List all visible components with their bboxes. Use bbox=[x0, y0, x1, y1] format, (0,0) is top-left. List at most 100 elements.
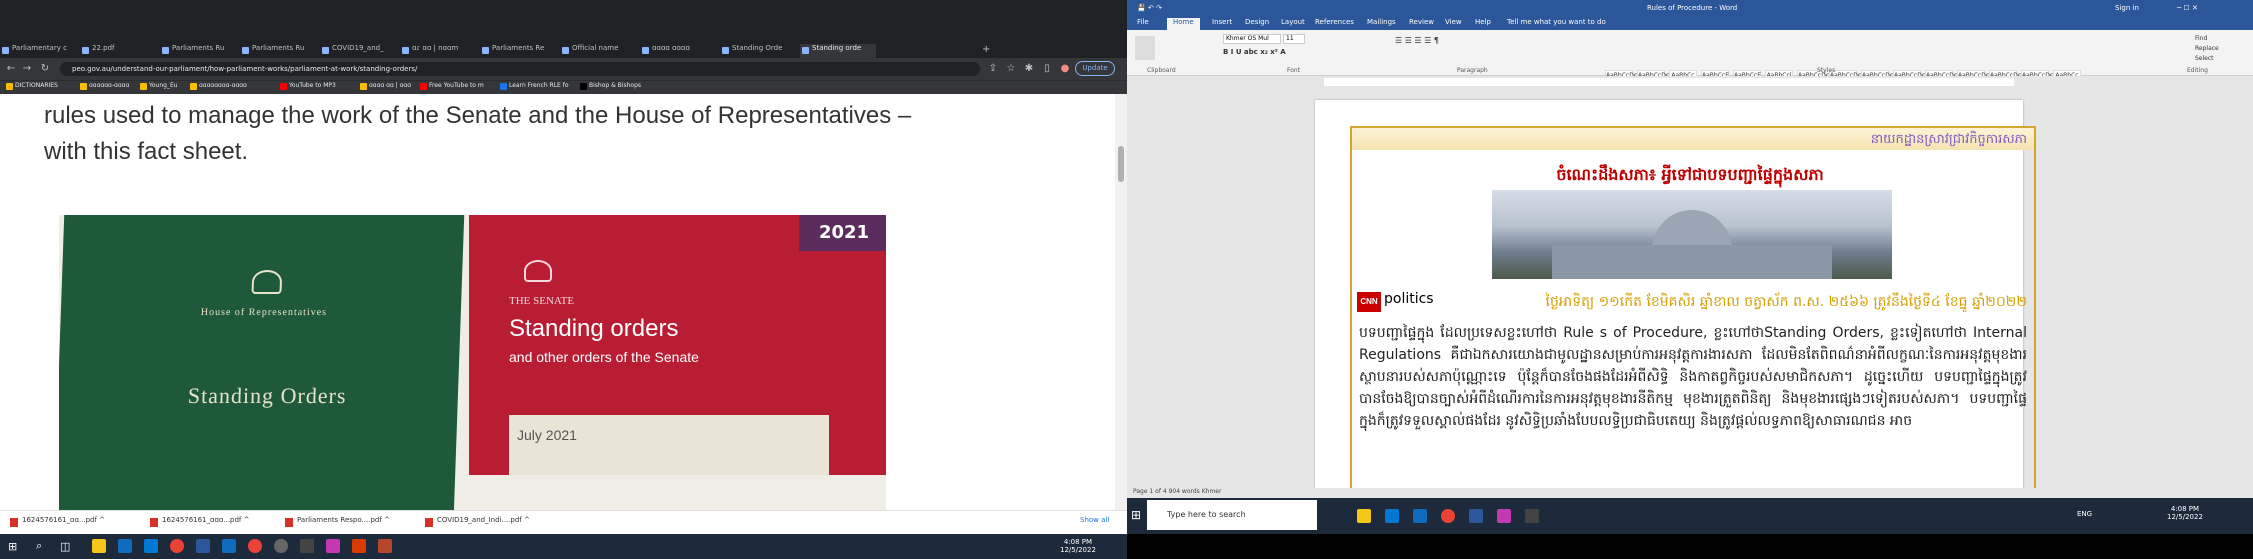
download-item[interactable]: COVID19_and_Indi....pdf ^ bbox=[425, 516, 530, 530]
file-explorer-icon[interactable] bbox=[1357, 509, 1371, 523]
new-tab-icon[interactable]: + bbox=[982, 44, 990, 55]
update-button[interactable]: Update bbox=[1075, 61, 1115, 76]
tab-help[interactable]: Help bbox=[1475, 18, 1491, 26]
chrome-icon[interactable] bbox=[248, 539, 262, 553]
tab-mailings[interactable]: Mailings bbox=[1367, 18, 1396, 26]
back-icon[interactable]: ← bbox=[4, 62, 18, 76]
bookmark[interactable]: ɑɑɑɑɑɑ-ɑɑɑɑ bbox=[80, 82, 129, 90]
year-badge: 2021 bbox=[799, 215, 886, 251]
powerpoint-icon[interactable] bbox=[352, 539, 366, 553]
bookmark[interactable]: ɑɑɑɑɑɑɑɑ-ɑɑɑɑ bbox=[190, 82, 247, 90]
profile-avatar-icon[interactable]: ● bbox=[1058, 62, 1072, 76]
font-size-select[interactable]: 11 bbox=[1283, 34, 1305, 44]
tell-me-search[interactable]: Tell me what you want to do bbox=[1507, 18, 1606, 26]
system-clock[interactable]: 4:08 PM 12/5/2022 bbox=[2167, 505, 2203, 521]
app-icon[interactable] bbox=[378, 539, 392, 553]
browser-tab[interactable]: ɑɾ ɑɑ | nɑɑm bbox=[400, 44, 476, 58]
tab-design[interactable]: Design bbox=[1245, 18, 1269, 26]
app-icon[interactable] bbox=[1497, 509, 1511, 523]
star-icon[interactable]: ☆ bbox=[1004, 62, 1018, 76]
chrome-icon[interactable] bbox=[170, 539, 184, 553]
reload-icon[interactable]: ↻ bbox=[38, 62, 52, 76]
politics-label: politics bbox=[1384, 291, 1434, 307]
word-icon[interactable] bbox=[196, 539, 210, 553]
browser-tab[interactable]: Parliaments Re bbox=[480, 44, 556, 58]
browser-tab-active[interactable]: Standing orde bbox=[800, 44, 876, 58]
document-title: Rules of Procedure - Word bbox=[1647, 4, 1738, 12]
group-label: Clipboard bbox=[1147, 67, 1176, 74]
tab-references[interactable]: References bbox=[1315, 18, 1354, 26]
tab-file[interactable]: File bbox=[1137, 18, 1149, 26]
file-explorer-icon[interactable] bbox=[92, 539, 106, 553]
word-icon[interactable] bbox=[1469, 509, 1483, 523]
browser-tab[interactable]: Official name bbox=[560, 44, 636, 58]
group-label: Editing bbox=[2187, 67, 2208, 74]
browser-tab[interactable]: ɑɑɑɑ ɑɑɑɑ bbox=[640, 44, 716, 58]
settings-icon[interactable] bbox=[300, 539, 314, 553]
windows-start-icon[interactable]: ⊞ bbox=[8, 540, 17, 553]
paste-icon[interactable] bbox=[1135, 36, 1155, 60]
quick-access-toolbar[interactable]: 💾 ↶ ↷ bbox=[1137, 0, 1162, 16]
replace-button[interactable]: Replace bbox=[2195, 44, 2219, 54]
bookmark[interactable]: DICTIONARIES bbox=[6, 82, 58, 90]
bookmark[interactable]: Young_Eu bbox=[140, 82, 178, 90]
document-scrollbar[interactable] bbox=[2241, 88, 2253, 488]
edge-icon[interactable] bbox=[144, 539, 158, 553]
tab-review[interactable]: Review bbox=[1409, 18, 1434, 26]
url-field[interactable]: peo.gov.au/understand-our-parliament/how… bbox=[60, 62, 980, 76]
settings-icon[interactable] bbox=[1525, 509, 1539, 523]
window-controls[interactable]: ─ ☐ ✕ bbox=[2177, 0, 2198, 16]
red-book-small-title: THE SENATE bbox=[509, 295, 575, 307]
system-clock[interactable]: 4:08 PM 12/5/2022 bbox=[1060, 538, 1096, 554]
search-icon[interactable]: ⌕ bbox=[36, 539, 42, 553]
bookmark[interactable]: Free YouTube to m bbox=[420, 82, 484, 90]
share-icon[interactable]: ⇪ bbox=[986, 62, 1000, 76]
download-item[interactable]: Parliaments Respo....pdf ^ bbox=[285, 516, 390, 530]
edge-icon[interactable] bbox=[1385, 509, 1399, 523]
outlook-icon[interactable] bbox=[118, 539, 132, 553]
scrollbar-thumb[interactable] bbox=[1118, 146, 1124, 182]
extensions-icon[interactable]: ✱ bbox=[1022, 62, 1036, 76]
font-name-select[interactable]: Khmer OS Mul bbox=[1223, 34, 1281, 44]
taskbar-search-input[interactable]: Type here to search bbox=[1147, 500, 1317, 530]
paragraph-buttons[interactable]: ☰ ☰ ☰ ☰ ¶ bbox=[1395, 36, 1439, 45]
tab-insert[interactable]: Insert bbox=[1212, 18, 1232, 26]
chrome-icon[interactable] bbox=[1441, 509, 1455, 523]
tab-layout[interactable]: Layout bbox=[1281, 18, 1305, 26]
download-item[interactable]: 1624576161_ɑɑ...pdf ^ bbox=[10, 516, 105, 530]
task-view-icon[interactable]: ◫ bbox=[60, 540, 70, 553]
sidebar-icon[interactable]: ▯ bbox=[1040, 62, 1054, 76]
app-icon[interactable] bbox=[274, 539, 288, 553]
editing-group[interactable]: Find Replace Select bbox=[2195, 34, 2219, 64]
bookmark[interactable]: ɑɑɑɑ ɑɑ | ɑɑɑ bbox=[360, 82, 411, 90]
browser-tab[interactable]: Parliaments Ru bbox=[240, 44, 316, 58]
bookmark[interactable]: Learn French RLE fo bbox=[500, 82, 569, 90]
font-format-buttons[interactable]: B I U abc x₂ x² A bbox=[1223, 48, 1286, 56]
red-book-subtitle: and other orders of the Senate bbox=[509, 349, 699, 365]
article-headline: ចំណេះដឹងសភា៖ អ្វីទៅជាបទបញ្ជាផ្ទៃក្នុងសភា bbox=[1556, 165, 1824, 184]
tab-view[interactable]: View bbox=[1445, 18, 1462, 26]
browser-tab[interactable]: COVID19_and_ bbox=[320, 44, 396, 58]
browser-tab[interactable]: Parliamentary c bbox=[0, 44, 76, 58]
teams-icon[interactable] bbox=[222, 539, 236, 553]
browser-tab[interactable]: Parliaments Ru bbox=[160, 44, 236, 58]
download-item[interactable]: 1624576161_ɑɑɑ...pdf ^ bbox=[150, 516, 250, 530]
app-icon[interactable] bbox=[326, 539, 340, 553]
coat-of-arms-icon bbox=[524, 260, 552, 282]
bookmark[interactable]: Bishop & Bishops bbox=[580, 82, 641, 90]
select-button[interactable]: Select bbox=[2195, 54, 2219, 64]
browser-tab[interactable]: 22.pdf bbox=[80, 44, 156, 58]
show-all-button[interactable]: Show all bbox=[1068, 516, 1109, 530]
tab-home[interactable]: Home bbox=[1167, 18, 1200, 30]
find-button[interactable]: Find bbox=[2195, 34, 2219, 44]
language-indicator[interactable]: ENG bbox=[2077, 510, 2092, 518]
sign-in-button[interactable]: Sign in bbox=[2115, 0, 2139, 16]
capitol-building bbox=[1552, 245, 1832, 279]
browser-tab[interactable]: Standing Orde bbox=[720, 44, 796, 58]
ruler-bar[interactable] bbox=[1324, 78, 2014, 86]
forward-icon[interactable]: → bbox=[20, 62, 34, 76]
mail-icon[interactable] bbox=[1413, 509, 1427, 523]
bookmark[interactable]: YouTube to MP3 bbox=[280, 82, 336, 90]
group-label: Font bbox=[1287, 67, 1301, 74]
windows-start-icon[interactable]: ⊞ bbox=[1131, 508, 1141, 522]
